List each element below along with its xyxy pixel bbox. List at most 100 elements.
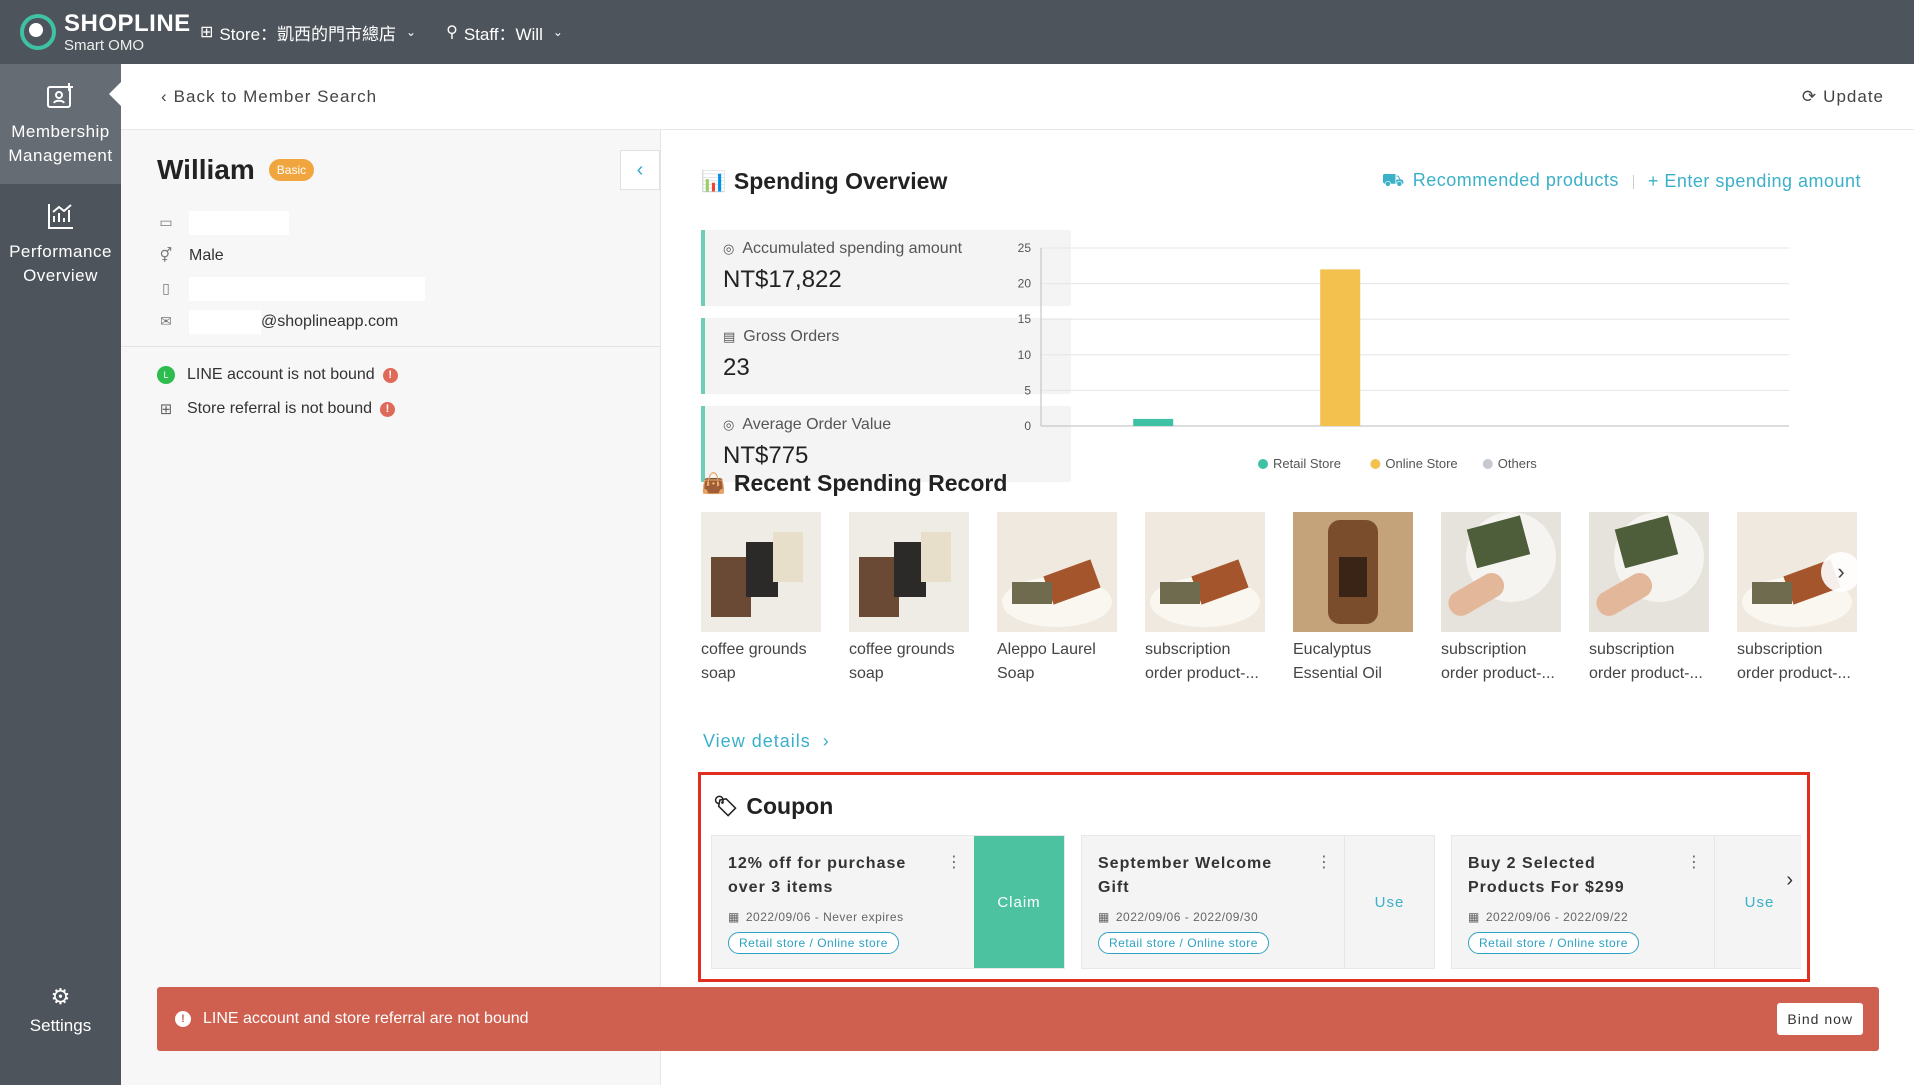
- sidebar: Membership Management Performance Overvi…: [0, 64, 121, 1085]
- sidebar-item-label: Management: [8, 146, 113, 165]
- logo-title: SHOPLINE: [64, 9, 191, 37]
- coupon-card: Buy 2 Selected Products For $299 ⋮ ▦ 2022…: [1451, 835, 1801, 969]
- y-tick-label: 25: [1018, 241, 1032, 255]
- calendar-icon: ▦: [1468, 910, 1480, 924]
- sidebar-item-label: Membership: [11, 122, 110, 141]
- birthday-redacted: [189, 210, 289, 235]
- refresh-icon: ⟳: [1801, 86, 1818, 106]
- line-status: LINE account is not bound: [187, 366, 375, 383]
- product-name: Eucalyptus Essential Oil: [1293, 641, 1382, 682]
- section-title-text: Spending Overview: [733, 168, 948, 194]
- coupon-name: September Welcome Gift: [1098, 855, 1273, 896]
- staff-label: Staff：Will: [463, 24, 543, 44]
- phone-redacted: [189, 276, 425, 301]
- product-item[interactable]: subscription order product-...: [1145, 512, 1293, 692]
- recent-spending-title: 👜 Recent Spending Record: [701, 470, 1007, 497]
- y-tick-label: 20: [1018, 277, 1032, 291]
- spending-overview-header: 📊 Spending Overview ⛟ Recommended product…: [701, 168, 1861, 195]
- spending-channel-chart: 0 5 10 15 20 25 Retail Store Online Store Others: [1018, 241, 1789, 471]
- coupon-card: September Welcome Gift ⋮ ▦ 2022/09/06 - 2…: [1081, 835, 1435, 969]
- store-label: Store：凱西的門市總店: [219, 24, 397, 44]
- product-item[interactable]: subscription order product-...: [1737, 512, 1861, 692]
- product-item[interactable]: coffee grounds soap: [701, 512, 849, 692]
- spending-links: ⛟ Recommended products + Enter spending a…: [1382, 170, 1861, 194]
- coin-icon: ◎: [723, 241, 735, 256]
- more-options-icon[interactable]: ⋮: [1316, 852, 1332, 872]
- products-next-button[interactable]: ›: [1821, 552, 1861, 592]
- coupon-card: 12% off for purchase over 3 items ⋮ ▦ 202…: [711, 835, 1065, 969]
- logo-subtitle: Smart OMO: [64, 36, 145, 54]
- bind-now-button[interactable]: Bind now: [1777, 1003, 1863, 1035]
- product-name: subscription order product-...: [1589, 641, 1703, 682]
- chevron-down-icon: ⌄: [406, 25, 417, 39]
- use-coupon-button[interactable]: Use: [1344, 836, 1434, 968]
- shopline-logo[interactable]: SHOPLINE Smart OMO: [0, 9, 200, 54]
- legend-marker: [1258, 459, 1268, 469]
- email-value: @shoplineapp.com: [261, 312, 399, 330]
- collapse-panel-button[interactable]: ‹: [620, 150, 660, 190]
- store-icon: ⊞: [200, 24, 214, 41]
- product-item[interactable]: Eucalyptus Essential Oil: [1293, 512, 1441, 692]
- sidebar-item-settings[interactable]: ⚙ Settings: [0, 984, 121, 1036]
- product-name: subscription order product-...: [1737, 641, 1851, 682]
- receipt-icon: ▤: [723, 329, 736, 344]
- store-selector[interactable]: ⊞ Store：凱西的門市總店 ⌄: [200, 20, 416, 45]
- stat-label-text: Gross Orders: [743, 328, 840, 345]
- legend-marker: [1370, 459, 1381, 469]
- sidebar-item-label: Overview: [23, 266, 98, 285]
- product-name: Aleppo Laurel Soap: [997, 641, 1096, 682]
- update-button[interactable]: ⟳ Update: [1802, 87, 1884, 107]
- back-bar: ‹ Back to Member Search ⟳ Update: [121, 64, 1914, 130]
- enter-spending-amount-link[interactable]: + Enter spending amount: [1648, 171, 1861, 192]
- coupon-date: ▦ 2022/09/06 - 2022/09/30: [1098, 910, 1328, 924]
- view-details-link[interactable]: View details ›: [703, 731, 830, 752]
- binding-alert-bar: ! LINE account and store referral are no…: [157, 987, 1879, 1051]
- back-label: Back to Member Search: [173, 86, 378, 106]
- back-to-member-search-link[interactable]: ‹ Back to Member Search: [161, 87, 377, 107]
- recommended-products-label: Recommended products: [1412, 169, 1619, 190]
- sidebar-item-label: Performance: [9, 242, 112, 261]
- coupons-next-button[interactable]: ›: [1786, 869, 1793, 892]
- recent-products-list: coffee grounds soap coffee grounds soap Al…: [701, 512, 1861, 692]
- more-options-icon[interactable]: ⋮: [1686, 852, 1702, 872]
- shopping-bag-icon: 👜: [701, 473, 726, 495]
- shopline-logo-icon: [20, 14, 56, 50]
- coin-icon: ◎: [723, 417, 735, 432]
- product-thumbnail: [701, 512, 821, 632]
- claim-coupon-button[interactable]: Claim: [974, 836, 1064, 968]
- y-tick-label: 15: [1018, 312, 1032, 326]
- use-coupon-button[interactable]: Use: [1714, 836, 1801, 968]
- product-thumbnail: [997, 512, 1117, 632]
- y-tick-label: 5: [1024, 383, 1031, 397]
- line-icon: L: [157, 366, 175, 384]
- sidebar-item-performance-overview[interactable]: Performance Overview: [0, 184, 121, 304]
- product-item[interactable]: coffee grounds soap: [849, 512, 997, 692]
- sidebar-item-membership-management[interactable]: Membership Management: [0, 64, 121, 184]
- view-details-label: View details: [703, 731, 811, 751]
- product-item[interactable]: Aleppo Laurel Soap: [997, 512, 1145, 692]
- member-card-icon: [46, 83, 73, 108]
- product-name: subscription order product-...: [1441, 641, 1555, 682]
- spending-overview-title: 📊 Spending Overview: [701, 168, 947, 195]
- calendar-icon: ▦: [728, 910, 740, 924]
- email-redacted: [189, 309, 261, 334]
- gear-icon: ⚙: [50, 984, 71, 1009]
- product-item[interactable]: subscription order product-...: [1589, 512, 1737, 692]
- staff-selector[interactable]: ⚲ Staff：Will ⌄: [446, 20, 563, 45]
- stat-label-text: Average Order Value: [742, 416, 892, 433]
- recommended-products-link[interactable]: ⛟ Recommended products: [1382, 170, 1619, 194]
- product-item[interactable]: subscription order product-...: [1441, 512, 1589, 692]
- coupon-list: 12% off for purchase over 3 items ⋮ ▦ 202…: [711, 835, 1801, 969]
- store-referral-status: Store referral is not bound: [187, 400, 372, 417]
- member-name: William Basic: [157, 154, 315, 186]
- bar-retail-store: [1133, 418, 1174, 426]
- member-profile-panel: ‹ William Basic ▭ ⚥ Male ▯ ✉ @shoplineap…: [121, 130, 661, 1085]
- line-binding-row: L LINE account is not bound !: [157, 358, 398, 392]
- cart-icon: ⛟: [1381, 169, 1405, 190]
- coupon-channel-tag: Retail store / Online store: [728, 932, 899, 954]
- more-options-icon[interactable]: ⋮: [946, 852, 962, 872]
- product-name: coffee grounds soap: [849, 641, 955, 682]
- legend-label: Online Store: [1385, 456, 1457, 471]
- alert-message: LINE account and store referral are not …: [203, 1010, 529, 1027]
- update-label: Update: [1823, 86, 1884, 106]
